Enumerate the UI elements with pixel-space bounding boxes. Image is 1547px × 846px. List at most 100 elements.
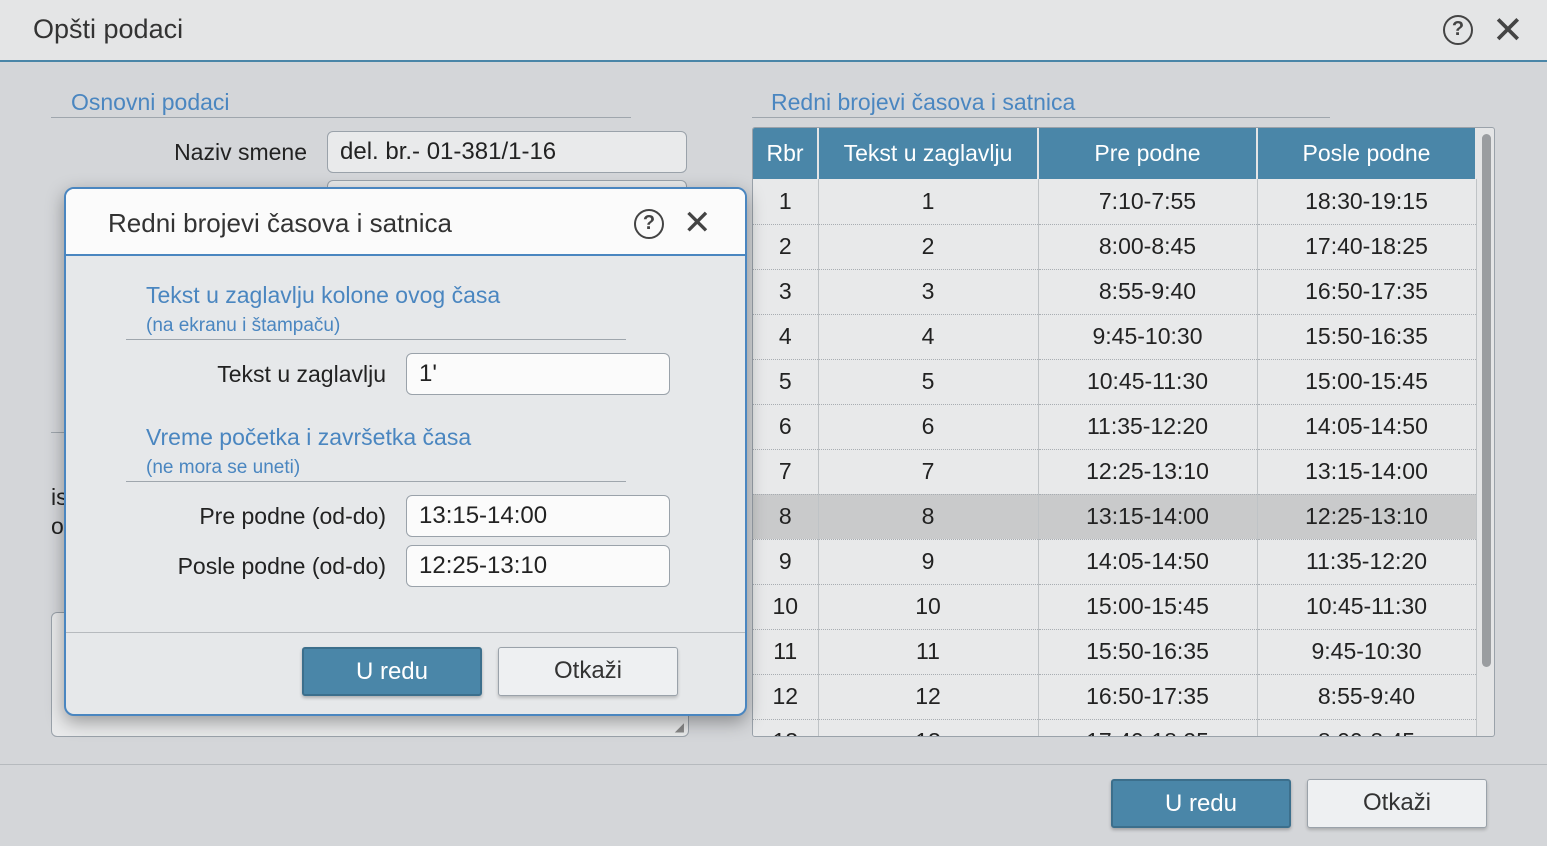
footer-divider (0, 764, 1547, 765)
morning-label: Pre podne (od-do) (199, 503, 386, 529)
column-header-header-text[interactable]: Tekst u zaglavlju (818, 128, 1039, 179)
cell-rbr: 5 (753, 359, 819, 405)
header-text-section-divider (126, 339, 626, 340)
header-text-input[interactable]: 1' (406, 353, 670, 395)
cell-morning: 12:25-13:10 (1038, 449, 1258, 495)
dialog-help-icon[interactable]: ? (634, 209, 664, 239)
cell-header-text: 5 (818, 359, 1039, 405)
cell-rbr: 6 (753, 404, 819, 450)
schedule-section-heading: Redni brojevi časova i satnica (771, 89, 1076, 115)
resize-grip-icon[interactable]: ◢ (675, 720, 684, 734)
cell-afternoon: 14:05-14:50 (1257, 404, 1477, 450)
cell-afternoon: 12:25-13:10 (1257, 494, 1477, 540)
close-icon[interactable]: ✕ (1492, 12, 1524, 50)
shift-name-label: Naziv smene (174, 139, 307, 165)
schedule-section-divider (752, 117, 1330, 118)
shift-name-field[interactable]: del. br.- 01-381/1-16 (327, 131, 687, 173)
column-header-morning[interactable]: Pre podne (1038, 128, 1258, 179)
cell-header-text: 12 (818, 674, 1039, 720)
basic-section-heading: Osnovni podaci (71, 89, 230, 115)
cell-morning: 15:50-16:35 (1038, 629, 1258, 675)
morning-time-input[interactable]: 13:15-14:00 (406, 495, 670, 537)
cell-morning: 8:55-9:40 (1038, 269, 1258, 315)
cell-header-text: 3 (818, 269, 1039, 315)
cell-morning: 13:15-14:00 (1038, 494, 1258, 540)
partial-text-2: o (51, 513, 64, 539)
cell-rbr: 8 (753, 494, 819, 540)
column-header-rbr[interactable]: Rbr (753, 128, 819, 179)
cell-morning: 8:00-8:45 (1038, 224, 1258, 270)
dialog-footer-divider (66, 632, 745, 633)
table-row[interactable]: 10 10 15:00-15:45 10:45-11:30 (753, 584, 1477, 630)
table-row[interactable]: 2 2 8:00-8:45 17:40-18:25 (753, 224, 1477, 270)
cell-morning: 15:00-15:45 (1038, 584, 1258, 630)
cell-afternoon: 10:45-11:30 (1257, 584, 1477, 630)
dialog-title: Redni brojevi časova i satnica (108, 208, 452, 238)
cell-header-text: 10 (818, 584, 1039, 630)
cell-rbr: 7 (753, 449, 819, 495)
cell-afternoon: 9:45-10:30 (1257, 629, 1477, 675)
table-row[interactable]: 4 4 9:45-10:30 15:50-16:35 (753, 314, 1477, 360)
cell-afternoon: 11:35-12:20 (1257, 539, 1477, 585)
cell-header-text: 11 (818, 629, 1039, 675)
cell-header-text: 7 (818, 449, 1039, 495)
cell-rbr: 13 (753, 719, 819, 736)
table-row[interactable]: 7 7 12:25-13:10 13:15-14:00 (753, 449, 1477, 495)
table-row[interactable]: 8 8 13:15-14:00 12:25-13:10 (753, 494, 1477, 540)
dialog-titlebar: Redni brojevi časova i satnica ? ✕ (66, 189, 745, 256)
cell-rbr: 2 (753, 224, 819, 270)
table-scrollbar[interactable] (1480, 132, 1492, 736)
cell-morning: 9:45-10:30 (1038, 314, 1258, 360)
cancel-button[interactable]: Otkaži (1307, 779, 1487, 828)
cell-afternoon: 15:00-15:45 (1257, 359, 1477, 405)
cell-morning: 7:10-7:55 (1038, 179, 1258, 225)
cell-header-text: 9 (818, 539, 1039, 585)
table-row[interactable]: 3 3 8:55-9:40 16:50-17:35 (753, 269, 1477, 315)
cell-afternoon: 16:50-17:35 (1257, 269, 1477, 315)
cell-rbr: 9 (753, 539, 819, 585)
cell-morning: 10:45-11:30 (1038, 359, 1258, 405)
table-row[interactable]: 1 1 7:10-7:55 18:30-19:15 (753, 179, 1477, 225)
afternoon-time-input[interactable]: 12:25-13:10 (406, 545, 670, 587)
cell-morning: 17:40-18:25 (1038, 719, 1258, 736)
cell-afternoon: 17:40-18:25 (1257, 224, 1477, 270)
cell-morning: 11:35-12:20 (1038, 404, 1258, 450)
dialog-cancel-button[interactable]: Otkaži (498, 647, 678, 696)
header-text-section-heading: Tekst u zaglavlju kolone ovog časa (146, 282, 501, 308)
dialog-close-icon[interactable]: ✕ (683, 204, 712, 242)
scrollbar-thumb[interactable] (1482, 134, 1491, 667)
cell-header-text: 4 (818, 314, 1039, 360)
cell-header-text: 8 (818, 494, 1039, 540)
time-section-divider (126, 481, 626, 482)
header-text-section-sub: (na ekranu i štampaču) (146, 315, 341, 336)
cell-rbr: 4 (753, 314, 819, 360)
cell-afternoon: 8:00-8:45 (1257, 719, 1477, 736)
cell-afternoon: 15:50-16:35 (1257, 314, 1477, 360)
cell-header-text: 1 (818, 179, 1039, 225)
window-titlebar: Opšti podaci ? ✕ (0, 0, 1547, 62)
cell-rbr: 11 (753, 629, 819, 675)
ok-button[interactable]: U redu (1111, 779, 1291, 828)
help-icon[interactable]: ? (1443, 15, 1473, 45)
dialog-ok-button[interactable]: U redu (302, 647, 482, 696)
cell-header-text: 13 (818, 719, 1039, 736)
time-section-heading: Vreme početka i završetka časa (146, 424, 472, 450)
table-row[interactable]: 12 12 16:50-17:35 8:55-9:40 (753, 674, 1477, 720)
schedule-table[interactable]: Rbr Tekst u zaglavlju Pre podne Posle po… (752, 127, 1495, 737)
header-text-label: Tekst u zaglavlju (217, 361, 386, 387)
cell-header-text: 2 (818, 224, 1039, 270)
cell-rbr: 1 (753, 179, 819, 225)
column-header-afternoon[interactable]: Posle podne (1257, 128, 1477, 179)
table-row[interactable]: 131317:40-18:258:00-8:45 (753, 719, 1477, 736)
table-row[interactable]: 6 6 11:35-12:20 14:05-14:50 (753, 404, 1477, 450)
cell-morning: 14:05-14:50 (1038, 539, 1258, 585)
cell-afternoon: 18:30-19:15 (1257, 179, 1477, 225)
cell-afternoon: 8:55-9:40 (1257, 674, 1477, 720)
cell-afternoon: 13:15-14:00 (1257, 449, 1477, 495)
time-section-sub: (ne mora se uneti) (146, 457, 301, 478)
afternoon-label: Posle podne (od-do) (177, 553, 386, 579)
table-row[interactable]: 9 9 14:05-14:50 11:35-12:20 (753, 539, 1477, 585)
table-row[interactable]: 5 5 10:45-11:30 15:00-15:45 (753, 359, 1477, 405)
cell-header-text: 6 (818, 404, 1039, 450)
table-row[interactable]: 11 11 15:50-16:35 9:45-10:30 (753, 629, 1477, 675)
